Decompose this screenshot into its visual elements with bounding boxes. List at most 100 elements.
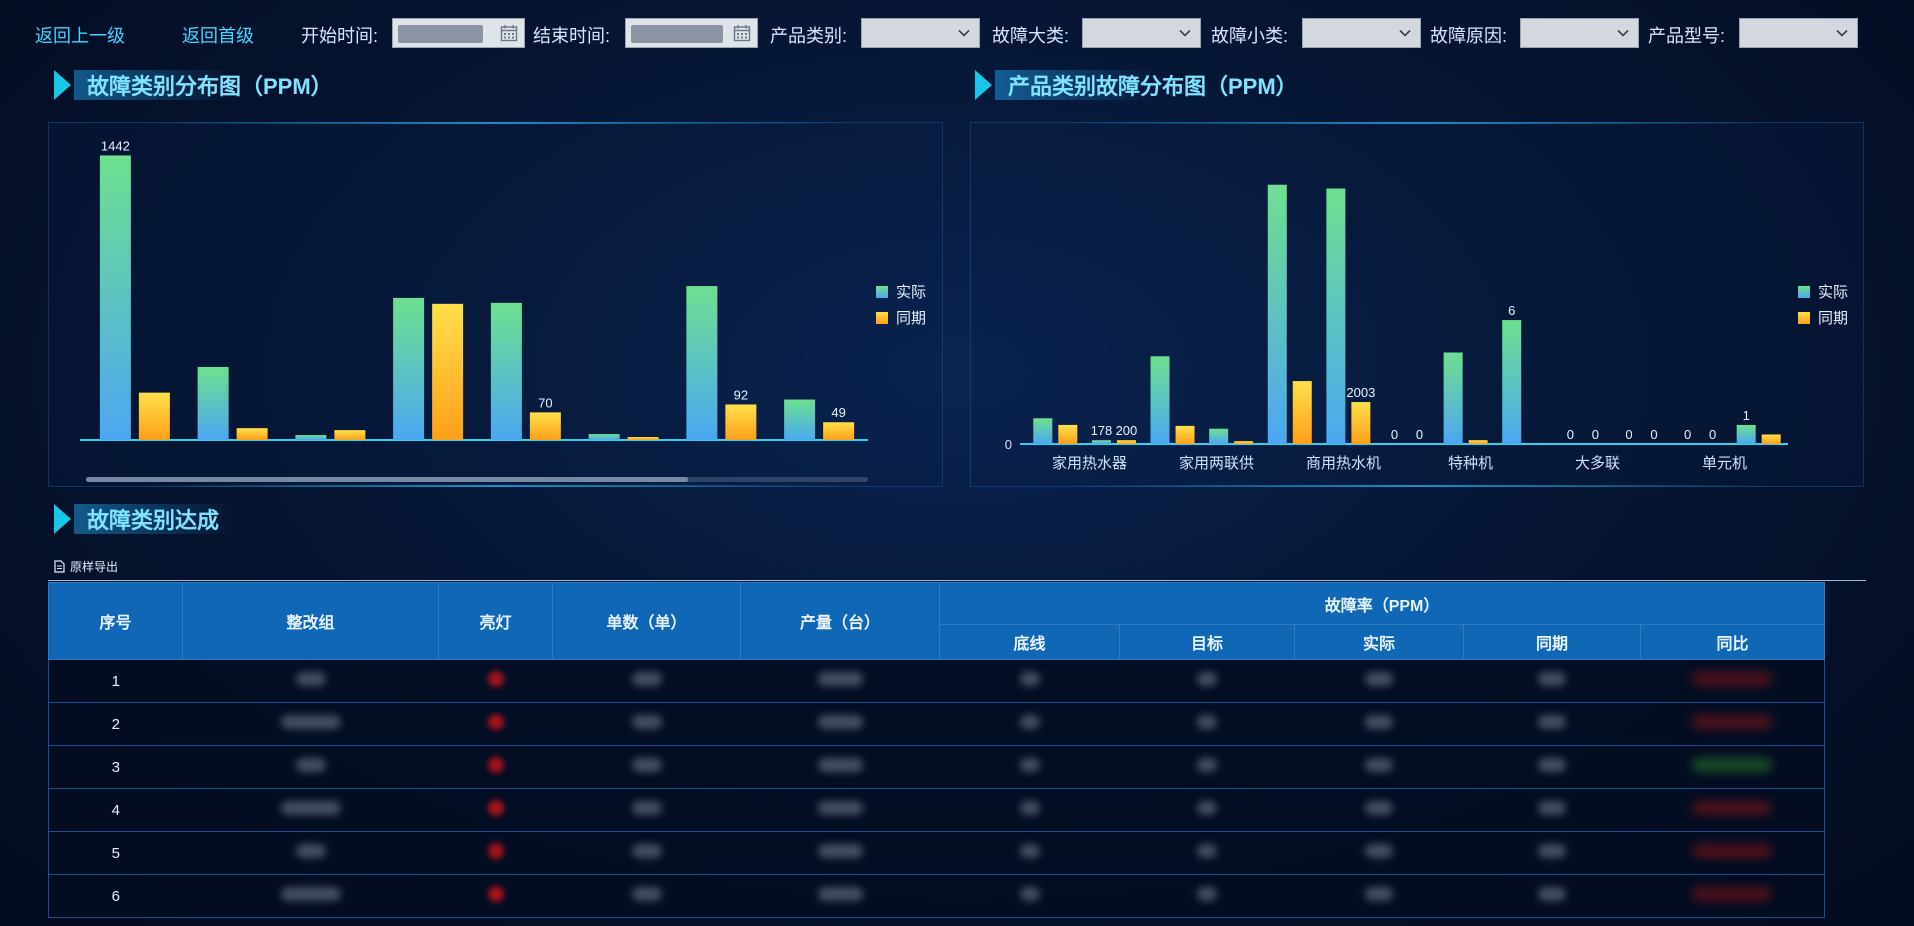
start-time-input[interactable] (392, 18, 525, 48)
end-time-label: 结束时间: (533, 26, 611, 46)
data-label: 70 (538, 395, 552, 410)
header-target: 目标 (1119, 624, 1295, 660)
table-row[interactable]: 6 (48, 874, 1826, 918)
export-button[interactable]: 原样导出 (54, 558, 118, 575)
row-value (1119, 874, 1295, 918)
bar-actual (588, 434, 620, 440)
bar-actual (784, 399, 816, 440)
legend-label: 实际 (1818, 284, 1848, 301)
data-label: 6 (1508, 303, 1515, 318)
header-yoy: 同比 (1639, 624, 1826, 660)
table-row[interactable]: 2 (48, 702, 1826, 746)
data-label: 178 (1091, 423, 1113, 438)
row-light (438, 831, 553, 875)
data-label: 0 (1416, 427, 1423, 442)
data-label: 0 (1684, 427, 1691, 442)
redacted-value (1197, 715, 1217, 729)
fault-major-label: 故障大类: (992, 26, 1070, 46)
fault-minor-label: 故障小类: (1211, 26, 1289, 46)
redacted-value (1538, 672, 1566, 686)
data-label: 200 (1116, 423, 1138, 438)
redacted-value (817, 715, 863, 729)
chart-scrollbar-thumb[interactable] (86, 477, 689, 482)
status-light-icon (487, 800, 504, 816)
end-time-input[interactable] (625, 18, 758, 48)
row-seq: 1 (48, 659, 183, 703)
calendar-icon[interactable] (500, 24, 518, 42)
table-row[interactable]: 1 (48, 659, 1826, 703)
row-value (1119, 831, 1295, 875)
row-yoy (1640, 659, 1826, 703)
legend-swatch (876, 312, 888, 324)
row-value (939, 788, 1120, 832)
row-value (1463, 745, 1641, 789)
start-time-label: 开始时间: (301, 26, 379, 46)
bar-prior (138, 392, 170, 440)
product-category-select[interactable] (861, 18, 980, 48)
bar-prior (1761, 434, 1781, 444)
fault-cause-select[interactable] (1520, 18, 1639, 48)
table-row[interactable]: 5 (48, 831, 1826, 875)
redacted-value (1019, 715, 1040, 729)
row-seq: 6 (48, 874, 183, 918)
redacted-value (1197, 758, 1217, 772)
redacted-value (1019, 844, 1040, 858)
redacted-value (1538, 715, 1566, 729)
bar-prior (823, 422, 855, 440)
row-value (1294, 831, 1464, 875)
y-tick-label: 0 (1005, 437, 1012, 452)
bar-actual (197, 366, 229, 440)
bar-prior (529, 412, 561, 440)
row-value (1294, 745, 1464, 789)
row-light (438, 874, 553, 918)
status-light-icon (487, 886, 504, 902)
header-rate-group: 故障率（PPM） (938, 582, 1826, 625)
bar-actual (1209, 428, 1229, 444)
x-tick-label: 商用热水机 (1306, 455, 1381, 472)
bar-prior (1175, 425, 1195, 444)
row-value (552, 788, 741, 832)
table-row[interactable]: 4 (48, 788, 1826, 832)
right-panel-title: 产品类别故障分布图（PPM） (975, 68, 1298, 102)
header-actual: 实际 (1294, 624, 1464, 660)
redacted-value (280, 887, 341, 901)
row-value (939, 831, 1120, 875)
yoy-indicator (1692, 672, 1773, 686)
header-count: 单数（单） (552, 582, 741, 660)
row-value (740, 702, 940, 746)
fault-minor-select[interactable] (1302, 18, 1421, 48)
row-value (740, 745, 940, 789)
redacted-value (817, 672, 863, 686)
redacted-value (817, 844, 863, 858)
redacted-value (1197, 887, 1217, 901)
bar-actual (1502, 320, 1522, 444)
bar-actual (393, 297, 425, 440)
table-row[interactable]: 3 (48, 745, 1826, 789)
fault-major-select[interactable] (1082, 18, 1201, 48)
bar-prior (1292, 381, 1312, 444)
row-value (1119, 659, 1295, 703)
redacted-value (817, 758, 863, 772)
redacted-value (1538, 758, 1566, 772)
yoy-indicator (1692, 844, 1773, 858)
back-home-link[interactable]: 返回首级 (182, 22, 254, 48)
header-light: 亮灯 (438, 582, 553, 660)
export-label: 原样导出 (70, 560, 119, 574)
row-value (1463, 702, 1641, 746)
row-seq: 5 (48, 831, 183, 875)
row-value (939, 874, 1120, 918)
bar-actual (1150, 356, 1170, 444)
chevron-down-icon (1836, 29, 1848, 37)
data-label: 0 (1625, 427, 1632, 442)
calendar-icon[interactable] (733, 24, 751, 42)
product-model-select[interactable] (1739, 18, 1858, 48)
fault-category-table: 序号 整改组 亮灯 单数（单） 产量（台） 故障率（PPM） 底线 目标 实际 … (48, 582, 1826, 918)
legend-label: 同期 (1818, 310, 1848, 327)
row-value (1294, 659, 1464, 703)
status-light-icon (487, 671, 504, 687)
bar-actual (1267, 184, 1287, 444)
data-label: 0 (1650, 427, 1657, 442)
redacted-value (1365, 801, 1393, 815)
back-up-link[interactable]: 返回上一级 (35, 22, 125, 48)
redacted-value (631, 887, 662, 901)
